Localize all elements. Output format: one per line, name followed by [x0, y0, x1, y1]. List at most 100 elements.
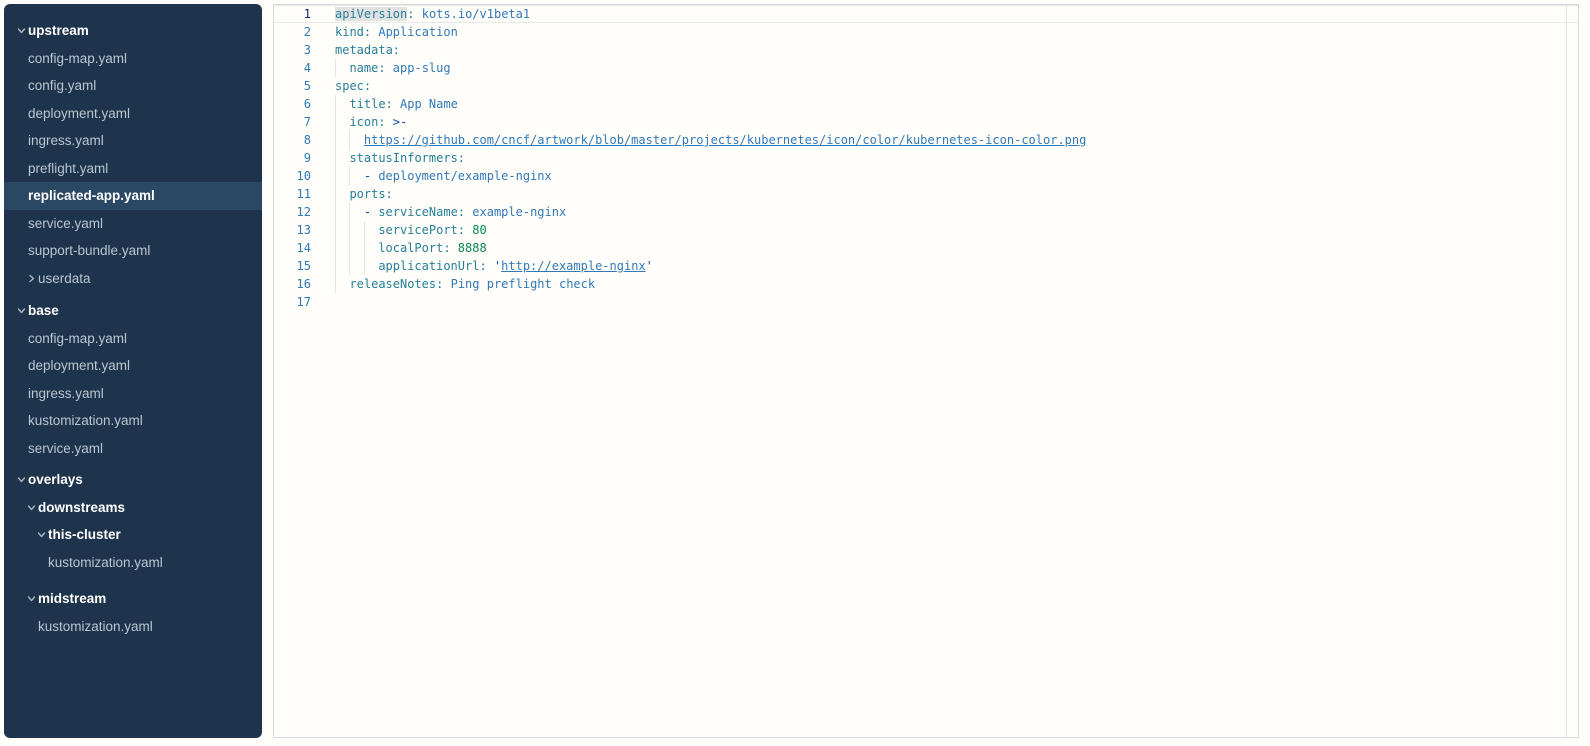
token-key: name: [349, 61, 385, 75]
code-line-16[interactable]: 16releaseNotes: Ping preflight check [274, 275, 1578, 293]
indent-guide [335, 167, 349, 185]
line-number: 11 [274, 185, 311, 203]
indent-guide [349, 131, 363, 149]
line-number: 16 [274, 275, 311, 293]
code-line-15[interactable]: 15applicationUrl: 'http://example-nginx' [274, 257, 1578, 275]
token-key: kind: [335, 25, 371, 39]
token-key: apiVersion [335, 7, 407, 21]
line-number: 7 [274, 113, 311, 131]
indent-guide [335, 113, 349, 131]
tree-folder-midstream[interactable]: midstream [4, 585, 262, 613]
token-plain [386, 115, 393, 129]
tree-file-support-bundle-yaml[interactable]: support-bundle.yaml [4, 237, 262, 265]
tree-file-preflight-yaml[interactable]: preflight.yaml [4, 155, 262, 183]
code-line-4[interactable]: 4 name: app-slug [274, 59, 1578, 77]
token-key: localPort: [378, 241, 450, 255]
code-line-8[interactable]: 8 https://github.com/cncf/artwork/blob/ma… [274, 131, 1578, 149]
tree-item-label: kustomization.yaml [38, 619, 153, 634]
indent-guide [335, 149, 349, 167]
tree-item-label: ingress.yaml [28, 386, 104, 401]
code-line-7[interactable]: 7icon: >- [274, 113, 1578, 131]
chevron-down-icon [17, 306, 28, 315]
code-line-1[interactable]: 1apiVersion: kots.io/v1beta1 [274, 5, 1578, 23]
code-line-3[interactable]: 3metadata: [274, 41, 1578, 59]
tree-item-label: config-map.yaml [28, 331, 127, 346]
tree-file-replicated-app-yaml[interactable]: replicated-app.yaml [4, 182, 262, 210]
editor-panel: 1apiVersion: kots.io/v1beta12kind: Appli… [273, 4, 1579, 738]
tree-file-kustomization-yaml[interactable]: kustomization.yaml [4, 407, 262, 435]
line-number: 9 [274, 149, 311, 167]
line-number: 1 [274, 5, 311, 23]
code-line-14[interactable]: 14localPort: 8888 [274, 239, 1578, 257]
tree-file-deployment-yaml[interactable]: deployment.yaml [4, 352, 262, 380]
token-num: 80 [472, 223, 486, 237]
tree-item-label: overlays [28, 472, 83, 487]
token-punct: - [364, 205, 378, 219]
url-link[interactable]: http://example-nginx [501, 259, 646, 273]
line-number: 2 [274, 23, 311, 41]
tree-file-service-yaml[interactable]: service.yaml [4, 435, 262, 463]
token-key: applicationUrl: [378, 259, 486, 273]
code-line-12[interactable]: 12 - serviceName: example-nginx [274, 203, 1578, 221]
line-number: 8 [274, 131, 311, 149]
code-line-11[interactable]: 11ports: [274, 185, 1578, 203]
code-line-17[interactable]: 17 [274, 293, 1578, 311]
tree-folder-upstream[interactable]: upstream [4, 17, 262, 45]
line-number: 4 [274, 59, 311, 77]
line-number: 5 [274, 77, 311, 95]
chevron-down-icon [17, 26, 28, 35]
token-punct: - [364, 169, 378, 183]
indent-guide [335, 275, 349, 293]
code-editor[interactable]: 1apiVersion: kots.io/v1beta12kind: Appli… [274, 5, 1578, 737]
code-line-10[interactable]: 10 - deployment/example-nginx [274, 167, 1578, 185]
tree-file-service-yaml[interactable]: service.yaml [4, 210, 262, 238]
tree-file-config-map-yaml[interactable]: config-map.yaml [4, 325, 262, 353]
indent-guide [335, 257, 349, 275]
tree-file-config-yaml[interactable]: config.yaml [4, 72, 262, 100]
tree-folder-base[interactable]: base [4, 297, 262, 325]
tree-item-label: upstream [28, 23, 89, 38]
token-val: example-nginx [472, 205, 566, 219]
tree-item-label: deployment.yaml [28, 358, 130, 373]
line-number: 13 [274, 221, 311, 239]
chevron-down-icon [17, 475, 28, 484]
indent-guide [335, 95, 349, 113]
tree-item-label: preflight.yaml [28, 161, 108, 176]
tree-item-label: replicated-app.yaml [28, 188, 155, 203]
indent-guide [335, 203, 349, 221]
tree-folder-this-cluster[interactable]: this-cluster [4, 521, 262, 549]
tree-item-label: kustomization.yaml [48, 555, 163, 570]
code-line-5[interactable]: 5spec: [274, 77, 1578, 95]
tree-item-label: downstreams [38, 500, 125, 515]
tree-file-config-map-yaml[interactable]: config-map.yaml [4, 45, 262, 73]
tree-file-deployment-yaml[interactable]: deployment.yaml [4, 100, 262, 128]
tree-folder-userdata[interactable]: userdata [4, 265, 262, 293]
tree-file-ingress-yaml[interactable]: ingress.yaml [4, 380, 262, 408]
indent-guide [335, 221, 349, 239]
tree-file-ingress-yaml[interactable]: ingress.yaml [4, 127, 262, 155]
code-line-2[interactable]: 2kind: Application [274, 23, 1578, 41]
indent-guide [349, 239, 363, 257]
code-line-13[interactable]: 13servicePort: 80 [274, 221, 1578, 239]
line-number: 12 [274, 203, 311, 221]
indent-guide [364, 257, 378, 275]
chevron-down-icon [27, 503, 38, 512]
token-punct: ' [646, 259, 653, 273]
token-key: metadata: [335, 43, 400, 57]
token-plain [414, 7, 421, 21]
token-key: serviceName: [378, 205, 465, 219]
tree-item-label: userdata [38, 271, 91, 286]
token-val: app-slug [393, 61, 451, 75]
code-line-9[interactable]: 9statusInformers: [274, 149, 1578, 167]
line-number: 10 [274, 167, 311, 185]
chevron-down-icon [37, 530, 48, 539]
token-val: deployment/example-nginx [378, 169, 551, 183]
tree-file-kustomization-yaml[interactable]: kustomization.yaml [4, 549, 262, 577]
tree-folder-overlays[interactable]: overlays [4, 466, 262, 494]
indent-guide [349, 257, 363, 275]
url-link[interactable]: https://github.com/cncf/artwork/blob/mas… [364, 133, 1086, 147]
tree-file-kustomization-yaml[interactable]: kustomization.yaml [4, 613, 262, 641]
code-line-6[interactable]: 6title: App Name [274, 95, 1578, 113]
tree-item-label: config-map.yaml [28, 51, 127, 66]
tree-folder-downstreams[interactable]: downstreams [4, 494, 262, 522]
